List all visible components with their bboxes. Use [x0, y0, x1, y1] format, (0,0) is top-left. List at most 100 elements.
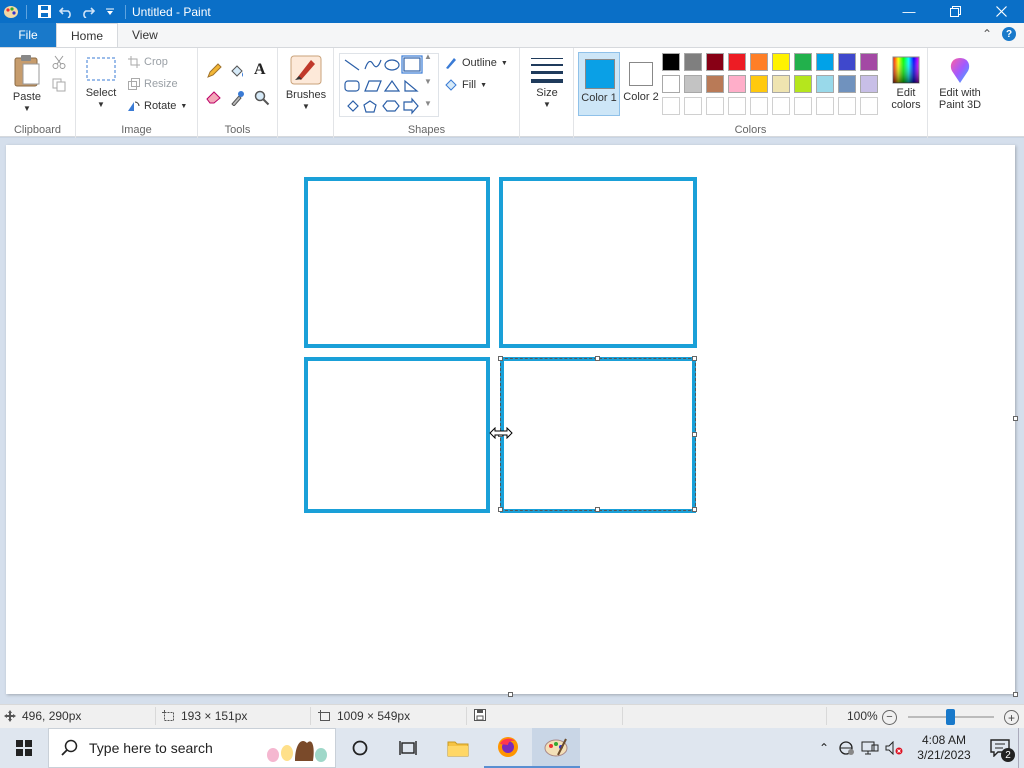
save-icon[interactable]: [33, 0, 55, 23]
color-swatch[interactable]: [838, 75, 856, 93]
drawn-rectangle[interactable]: [499, 177, 697, 348]
cut-icon[interactable]: [52, 55, 66, 72]
text-tool-icon[interactable]: A: [254, 61, 266, 79]
file-explorer-button[interactable]: [434, 728, 482, 768]
clock[interactable]: 4:08 AM 3/21/2023: [906, 733, 982, 763]
shapes-scroll-down-icon[interactable]: ▼: [424, 77, 432, 86]
shapes-scroll-up-icon[interactable]: ▲: [424, 52, 432, 61]
crop-button[interactable]: Crop: [128, 56, 168, 68]
edit-with-paint3d-button[interactable]: Edit with Paint 3D: [932, 56, 988, 111]
resize-button[interactable]: Resize: [128, 78, 178, 90]
color-swatch[interactable]: [684, 75, 702, 93]
paint-taskbar-button[interactable]: [532, 728, 580, 768]
color-swatch[interactable]: [860, 75, 878, 93]
tab-file[interactable]: File: [0, 23, 56, 47]
magnifier-icon[interactable]: [254, 90, 270, 109]
color-swatch[interactable]: [662, 53, 680, 71]
custom-color-slot[interactable]: [838, 97, 856, 115]
color-swatch[interactable]: [794, 53, 812, 71]
custom-color-slot[interactable]: [794, 97, 812, 115]
color-swatch[interactable]: [794, 75, 812, 93]
firefox-button[interactable]: [484, 728, 532, 768]
minimize-button[interactable]: —: [886, 0, 932, 23]
show-desktop-button[interactable]: [1018, 728, 1024, 768]
zoom-slider-thumb[interactable]: [946, 709, 955, 725]
color2-button[interactable]: Color 2: [622, 52, 660, 116]
drawn-rectangle[interactable]: [304, 357, 490, 513]
start-button[interactable]: [0, 728, 48, 768]
color-swatch[interactable]: [728, 53, 746, 71]
custom-color-slot[interactable]: [772, 97, 790, 115]
shapes-more-icon[interactable]: ▼: [424, 99, 432, 108]
paint-palette-icon: [544, 738, 568, 757]
resize-handle[interactable]: [692, 432, 697, 437]
resize-handle[interactable]: [692, 507, 697, 512]
shape-selection-box[interactable]: [500, 358, 696, 511]
custom-color-slot[interactable]: [816, 97, 834, 115]
color-swatch[interactable]: [816, 53, 834, 71]
copy-icon[interactable]: [52, 78, 66, 95]
color-swatch[interactable]: [706, 53, 724, 71]
drawn-rectangle[interactable]: [304, 177, 490, 348]
color-swatch[interactable]: [706, 75, 724, 93]
tab-view[interactable]: View: [118, 23, 172, 47]
resize-handle[interactable]: [498, 507, 503, 512]
custom-color-slot[interactable]: [728, 97, 746, 115]
eraser-icon[interactable]: [206, 90, 222, 107]
canvas-resize-handle[interactable]: [1013, 692, 1018, 697]
canvas-resize-handle[interactable]: [1013, 416, 1018, 421]
custom-color-slot[interactable]: [860, 97, 878, 115]
paste-button[interactable]: Paste ▼: [6, 54, 48, 115]
show-hidden-icons[interactable]: ⌃: [814, 741, 834, 755]
custom-color-slot[interactable]: [706, 97, 724, 115]
rotate-button[interactable]: Rotate ▼: [128, 100, 187, 112]
drawing-canvas[interactable]: [6, 145, 1015, 694]
color-picker-icon[interactable]: [230, 90, 244, 109]
resize-handle[interactable]: [498, 356, 503, 361]
color-swatch[interactable]: [662, 75, 680, 93]
redo-icon[interactable]: [77, 0, 99, 23]
color-swatch[interactable]: [772, 75, 790, 93]
task-view-cortana-button[interactable]: [336, 728, 384, 768]
color1-button[interactable]: Color 1: [578, 52, 620, 116]
color-swatch[interactable]: [838, 53, 856, 71]
undo-icon[interactable]: [55, 0, 77, 23]
task-view-button[interactable]: [384, 728, 432, 768]
minimize-ribbon-icon[interactable]: ⌃: [982, 27, 992, 41]
resize-handle[interactable]: [692, 356, 697, 361]
customize-dropdown-icon[interactable]: [99, 0, 121, 23]
color-swatch[interactable]: [750, 53, 768, 71]
volume-muted-icon[interactable]: [882, 741, 906, 755]
notification-center-button[interactable]: 2: [982, 728, 1018, 768]
color-swatch[interactable]: [772, 53, 790, 71]
canvas-resize-handle[interactable]: [508, 692, 513, 697]
zoom-out-button[interactable]: −: [882, 710, 897, 725]
color-swatch[interactable]: [816, 75, 834, 93]
fill-button[interactable]: Fill ▼: [444, 78, 487, 92]
tab-home[interactable]: Home: [56, 23, 119, 47]
select-button[interactable]: Select ▼: [82, 56, 120, 111]
restore-button[interactable]: [932, 0, 978, 23]
help-icon[interactable]: ?: [1002, 27, 1016, 41]
onedrive-icon[interactable]: [834, 741, 858, 755]
custom-color-slot[interactable]: [662, 97, 680, 115]
custom-color-slot[interactable]: [684, 97, 702, 115]
pencil-icon[interactable]: [206, 63, 222, 82]
close-button[interactable]: [978, 0, 1024, 23]
network-icon[interactable]: [858, 741, 882, 755]
paint-app-icon[interactable]: [0, 0, 22, 23]
outline-button[interactable]: Outline ▼: [444, 56, 508, 70]
custom-color-slot[interactable]: [750, 97, 768, 115]
resize-handle[interactable]: [595, 356, 600, 361]
taskbar-search-box[interactable]: Type here to search: [48, 728, 336, 768]
edit-colors-button[interactable]: Edit colors: [886, 56, 926, 111]
color-swatch[interactable]: [750, 75, 768, 93]
zoom-in-button[interactable]: +: [1004, 710, 1019, 725]
brushes-button[interactable]: Brushes ▼: [283, 54, 329, 113]
color-swatch[interactable]: [728, 75, 746, 93]
resize-handle[interactable]: [595, 507, 600, 512]
color-swatch[interactable]: [684, 53, 702, 71]
fill-bucket-icon[interactable]: [229, 63, 245, 82]
color-swatch[interactable]: [860, 53, 878, 71]
size-button[interactable]: Size ▼: [526, 56, 568, 111]
